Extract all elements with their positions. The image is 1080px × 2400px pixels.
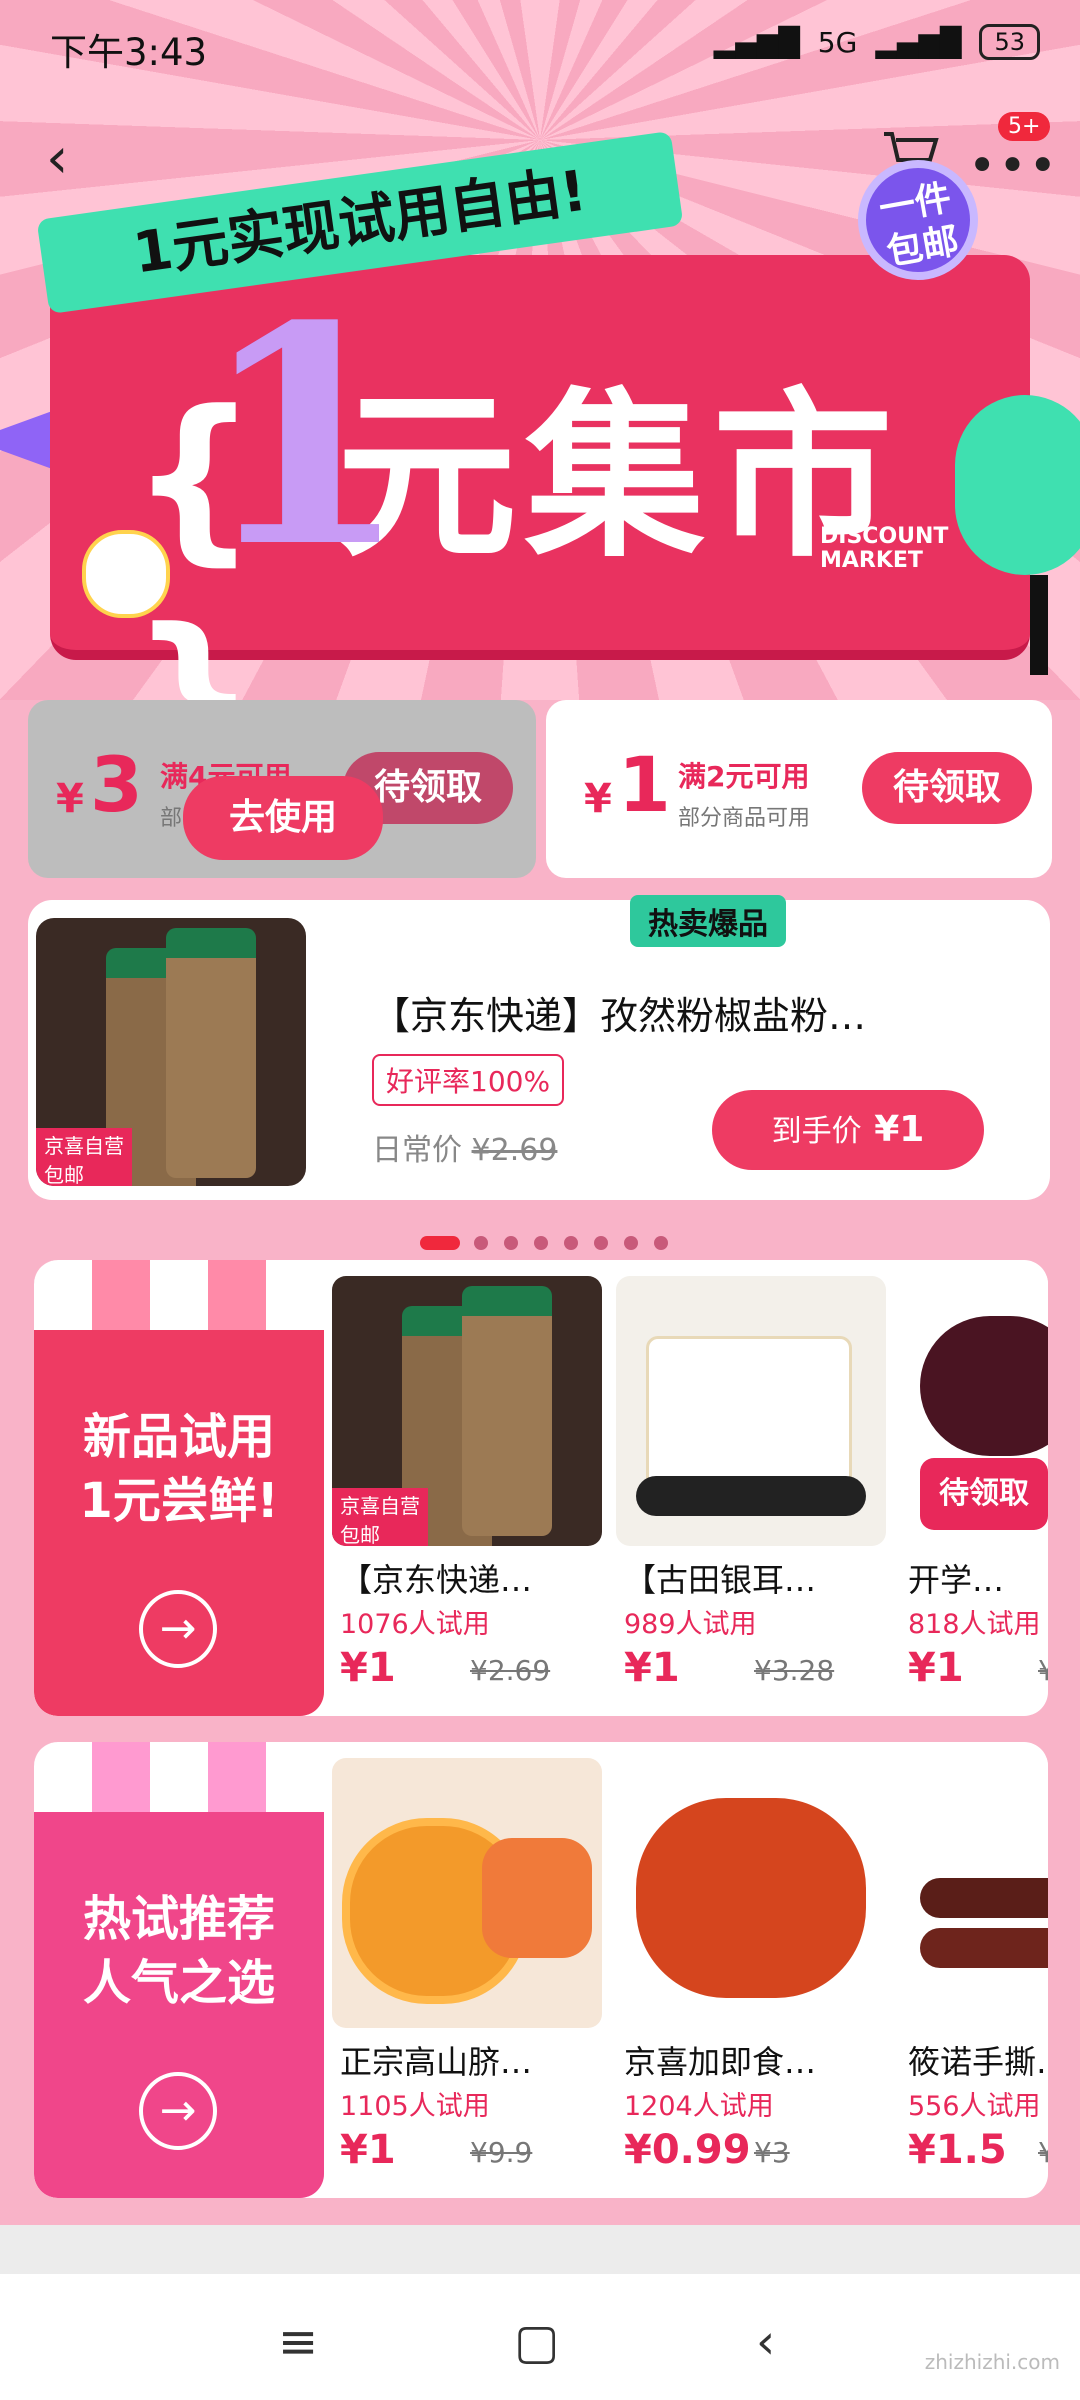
img-badge: 京喜自营 包邮 xyxy=(36,1128,132,1186)
pager-dot-active xyxy=(420,1236,460,1250)
original-price: ¥3.28 xyxy=(754,1654,835,1687)
product-title: 开学… xyxy=(908,1561,1005,1599)
notification-badge: 5+ xyxy=(998,112,1051,141)
section-side-panel[interactable]: 新品试用 1元尝鲜! → xyxy=(34,1260,324,1716)
price: ¥1 xyxy=(340,1645,396,1691)
network-label: 5G xyxy=(817,25,858,59)
original-price: ¥2.69 xyxy=(470,1654,551,1687)
coupon-condition: 满2元可用 xyxy=(678,760,810,793)
scroll-marker xyxy=(1030,575,1048,675)
product-image xyxy=(616,1758,886,2028)
watermark: zhizhizhi.com xyxy=(924,2350,1060,2374)
pager-dot xyxy=(594,1236,608,1250)
signal-icon: ▂▄▆█ xyxy=(713,25,800,59)
floating-claim-badge[interactable]: 待领取 xyxy=(920,1458,1048,1530)
pager-dot xyxy=(624,1236,638,1250)
product-image: 京喜自营 包邮 xyxy=(332,1276,602,1546)
product-item[interactable]: 筱诺手撕… 556人试用 ¥1.5 ¥ xyxy=(900,1742,1048,2198)
status-time: 下午3:43 xyxy=(50,31,208,74)
price: ¥0.99 xyxy=(624,2127,751,2173)
original-price: ¥3 xyxy=(754,2136,790,2169)
product-image-cumin[interactable]: 京喜自营 包邮 xyxy=(36,918,306,1186)
awning-decoration xyxy=(34,1742,324,1812)
awning-decoration xyxy=(34,1260,324,1330)
pager-dot xyxy=(504,1236,518,1250)
coupon-card-1[interactable]: ¥ 1 满2元可用 部分商品可用 待领取 xyxy=(546,700,1052,878)
arrow-right-icon[interactable]: → xyxy=(139,2072,217,2150)
page-footer-strip xyxy=(0,2225,1080,2275)
arrow-right-icon[interactable]: → xyxy=(139,1590,217,1668)
pager-dot xyxy=(474,1236,488,1250)
tree-decoration xyxy=(955,395,1080,575)
original-price: ¥ xyxy=(1038,1654,1048,1687)
product-image xyxy=(900,1758,1048,2028)
status-bar: 下午3:43 ▂▄▆█ 5G ▂▄▆█ 53 xyxy=(0,0,1080,90)
status-icons: ▂▄▆█ 5G ▂▄▆█ 53 xyxy=(714,24,1040,60)
product-title[interactable]: 【京东快递】孜然粉椒盐粉… xyxy=(372,985,866,1040)
product-item[interactable]: 正宗高山脐… 1105人试用 ¥1 ¥9.9 xyxy=(332,1742,612,2198)
product-item[interactable]: 【古田银耳… 989人试用 ¥1 ¥3.28 xyxy=(616,1260,896,1716)
original-price: ¥ xyxy=(1038,2136,1048,2169)
hot-tag: 热卖爆品 xyxy=(630,895,786,947)
product-title: 【古田银耳… xyxy=(624,1561,817,1599)
img-badge: 京喜自营 包邮 xyxy=(332,1488,428,1546)
product-image xyxy=(616,1276,886,1546)
claim-button[interactable]: 待领取 xyxy=(862,752,1032,824)
rating-badge: 好评率100% xyxy=(372,1054,565,1106)
more-icon[interactable]: ••• xyxy=(968,138,1059,194)
coupon-card-3[interactable]: ¥ 3 满4元可用 部分商品可用 待领取 去使用 xyxy=(28,700,536,878)
trial-count: 556人试用 xyxy=(908,2091,1041,2122)
product-title: 正宗高山脐… xyxy=(340,2043,533,2081)
original-price: 日常价 ¥2.69 xyxy=(372,1133,558,1168)
battery-icon: 53 xyxy=(979,24,1040,60)
banner-big-number: 1 xyxy=(200,260,409,613)
product-title: 京喜加即食… xyxy=(624,2043,817,2081)
coupon-amount: 1 xyxy=(618,740,671,829)
buy-price-button[interactable]: 到手价 ¥1 xyxy=(712,1090,984,1170)
banner-subtitle-en: DISCOUNT MARKET xyxy=(820,524,949,573)
coupon-scope: 部分商品可用 xyxy=(678,806,811,831)
pager-dot xyxy=(654,1236,668,1250)
trial-count: 989人试用 xyxy=(624,1609,757,1640)
trial-count: 1076人试用 xyxy=(340,1609,490,1640)
use-coupon-button[interactable]: 去使用 xyxy=(183,776,383,860)
section-hot-recommend: 热试推荐 人气之选 → 正宗高山脐… 1105人试用 ¥1 ¥9.9 京喜加即食… xyxy=(34,1742,1048,2198)
price: ¥1 xyxy=(908,1645,964,1691)
price: ¥1.5 xyxy=(908,2127,1007,2173)
menu-icon[interactable]: ≡ xyxy=(278,2314,318,2370)
price: ¥1 xyxy=(340,2127,396,2173)
product-item[interactable]: 京喜自营 包邮 【京东快递… 1076人试用 ¥1 ¥2.69 xyxy=(332,1260,612,1716)
trial-count: 1204人试用 xyxy=(624,2091,774,2122)
pager-dot xyxy=(534,1236,548,1250)
section-new-trial: 新品试用 1元尝鲜! → 京喜自营 包邮 【京东快递… 1076人试用 ¥1 ¥2… xyxy=(34,1260,1048,1716)
section-title: 新品试用 1元尝鲜! xyxy=(79,1409,279,1529)
product-image xyxy=(332,1758,602,2028)
pager-dot xyxy=(564,1236,578,1250)
trial-count: 818人试用 xyxy=(908,1609,1041,1640)
coupon-amount: 3 xyxy=(90,740,143,829)
product-title: 筱诺手撕… xyxy=(908,2043,1048,2081)
flower-decoration xyxy=(82,530,170,618)
product-title: 【京东快递… xyxy=(340,1561,533,1599)
home-icon[interactable]: ▢ xyxy=(514,2314,559,2370)
section-side-panel[interactable]: 热试推荐 人气之选 → xyxy=(34,1742,324,2198)
trial-count: 1105人试用 xyxy=(340,2091,490,2122)
system-nav-bar: ≡ ▢ ‹ xyxy=(0,2274,1080,2400)
back-icon[interactable]: ‹ xyxy=(46,126,96,191)
price: ¥1 xyxy=(624,1645,680,1691)
signal-icon-2: ▂▄▆█ xyxy=(875,25,962,59)
section-title: 热试推荐 人气之选 xyxy=(82,1891,275,2011)
product-item[interactable]: 京喜加即食… 1204人试用 ¥0.99 ¥3 xyxy=(616,1742,896,2198)
original-price: ¥9.9 xyxy=(470,2136,533,2169)
back-nav-icon[interactable]: ‹ xyxy=(756,2314,775,2370)
